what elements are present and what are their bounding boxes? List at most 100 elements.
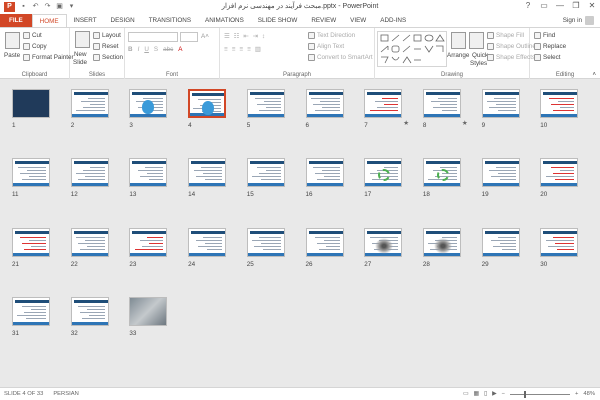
line-spacing-icon[interactable]: ↕ xyxy=(262,33,265,40)
reading-view-icon[interactable]: ▯ xyxy=(484,391,487,397)
slide-thumbnail[interactable]: 21 xyxy=(12,227,58,270)
slide-thumbnail[interactable]: 10 xyxy=(540,89,586,131)
select-button[interactable]: Select xyxy=(534,54,561,61)
decrease-indent-icon[interactable]: ⇤ xyxy=(243,33,248,40)
shapes-gallery[interactable] xyxy=(377,31,447,67)
align-left-icon[interactable]: ≡ xyxy=(224,46,228,53)
language-indicator[interactable]: PERSIAN xyxy=(43,391,78,397)
slide-thumbnail[interactable]: 27 xyxy=(364,227,410,270)
help-button[interactable]: ? xyxy=(520,0,536,13)
reset-button[interactable]: Reset xyxy=(93,43,118,50)
slide-thumbnail[interactable]: 4 xyxy=(188,89,234,131)
shape-fill-button[interactable]: Shape Fill xyxy=(487,32,524,39)
bold-icon[interactable]: B xyxy=(128,46,133,53)
tab-add-ins[interactable]: ADD-INS xyxy=(373,14,413,27)
layout-button[interactable]: Layout xyxy=(93,32,121,39)
slide-show-icon[interactable]: ▶ xyxy=(492,391,496,397)
bullets-icon[interactable]: ☰ xyxy=(224,33,230,40)
tab-slide-show[interactable]: SLIDE SHOW xyxy=(251,14,305,27)
arrange-icon[interactable] xyxy=(451,32,466,49)
zoom-out-icon[interactable]: − xyxy=(502,391,505,397)
slide-thumbnail[interactable]: 30 xyxy=(540,227,586,270)
slide-thumbnail[interactable]: 1 xyxy=(12,89,58,131)
format-painter-button[interactable]: Format Painter xyxy=(23,54,74,61)
transition-star-icon[interactable]: ★ xyxy=(403,120,409,127)
new-slide-icon[interactable] xyxy=(75,31,90,48)
section-button[interactable]: Section xyxy=(93,54,123,61)
numbering-icon[interactable]: ☷ xyxy=(234,33,240,40)
justify-icon[interactable]: ≡ xyxy=(247,46,251,53)
slide-thumbnail[interactable]: 5 xyxy=(246,89,293,131)
slide-thumbnail[interactable]: 8 ★ xyxy=(422,89,469,131)
font-name-combo[interactable] xyxy=(128,32,178,42)
zoom-slider-thumb[interactable] xyxy=(524,390,526,398)
increase-indent-icon[interactable]: ⇥ xyxy=(253,33,258,40)
tab-transitions[interactable]: TRANSITIONS xyxy=(142,14,198,27)
columns-icon[interactable]: ▥ xyxy=(255,46,261,53)
transition-star-icon[interactable]: ★ xyxy=(462,120,468,127)
slide-thumbnail[interactable]: 28 xyxy=(422,227,469,270)
quick-styles-button[interactable]: Quick xyxy=(472,52,488,59)
slide-thumbnail[interactable]: 18 xyxy=(422,158,469,200)
collapse-ribbon-icon[interactable]: ˄ xyxy=(592,72,596,78)
slide-thumbnail[interactable]: 19 xyxy=(481,158,528,200)
slide-thumbnail[interactable]: 17 xyxy=(364,158,410,200)
slide-thumbnail[interactable]: 11 xyxy=(12,158,58,200)
arrange-button[interactable]: Arrange xyxy=(447,52,469,59)
quick-styles-icon[interactable] xyxy=(469,32,484,49)
zoom-slider[interactable] xyxy=(510,390,570,398)
font-size-combo[interactable] xyxy=(180,32,198,42)
paste-icon[interactable] xyxy=(5,32,20,49)
slide-thumbnail[interactable]: 12 xyxy=(70,158,117,200)
ribbon-display-options-button[interactable]: ▭ xyxy=(536,0,552,13)
zoom-level[interactable]: 48% xyxy=(583,391,595,397)
slide-thumbnail[interactable]: 3 xyxy=(129,89,175,131)
underline-icon[interactable]: U xyxy=(144,46,149,53)
shape-effects-button[interactable]: Shape Effects xyxy=(487,54,535,61)
slide-thumbnail[interactable]: 7 ★ xyxy=(364,89,410,131)
slide-thumbnail[interactable]: 23 xyxy=(129,227,175,270)
convert-smartart-button[interactable]: Convert to SmartArt xyxy=(308,54,373,61)
replace-button[interactable]: Replace xyxy=(534,43,566,50)
tab-insert[interactable]: INSERT xyxy=(67,14,104,27)
tab-design[interactable]: DESIGN xyxy=(104,14,142,27)
slide-thumbnail[interactable]: 26 xyxy=(305,227,352,270)
slide-thumbnail[interactable]: 6 xyxy=(305,89,352,131)
slide-thumbnail[interactable]: 13 xyxy=(129,158,175,200)
slide-thumbnail[interactable]: 33 xyxy=(129,296,175,339)
align-text-button[interactable]: Align Text xyxy=(308,43,344,50)
font-color-icon[interactable]: A xyxy=(178,46,182,53)
close-button[interactable]: ✕ xyxy=(584,0,600,13)
shadow-icon[interactable]: S xyxy=(154,46,158,53)
italic-icon[interactable]: I xyxy=(138,46,140,53)
slide-sorter-icon[interactable]: ▦ xyxy=(473,391,478,397)
copy-button[interactable]: Copy xyxy=(23,43,47,50)
slide-thumbnail[interactable]: 31 xyxy=(12,296,58,339)
align-center-icon[interactable]: ≡ xyxy=(232,46,236,53)
slide-thumbnail[interactable]: 24 xyxy=(188,227,234,270)
find-button[interactable]: Find xyxy=(534,32,555,39)
cut-button[interactable]: Cut xyxy=(23,32,42,39)
new-slide-dropdown[interactable]: Slide xyxy=(73,59,87,66)
align-right-icon[interactable]: ≡ xyxy=(239,46,243,53)
shape-outline-button[interactable]: Shape Outline xyxy=(487,43,536,50)
slide-thumbnail[interactable]: 16 xyxy=(305,158,352,200)
tab-file[interactable]: FILE xyxy=(0,14,32,27)
sign-in-link[interactable]: Sign in xyxy=(563,14,600,27)
slide-thumbnail[interactable]: 2 xyxy=(70,89,117,131)
slide-thumbnail[interactable]: 14 xyxy=(188,158,234,200)
tab-home[interactable]: HOME xyxy=(31,14,67,27)
slide-thumbnail[interactable]: 20 xyxy=(540,158,586,200)
tab-view[interactable]: VIEW xyxy=(343,14,373,27)
minimize-button[interactable]: — xyxy=(552,0,568,13)
slide-thumbnail[interactable]: 29 xyxy=(481,227,528,270)
zoom-in-icon[interactable]: + xyxy=(575,391,578,397)
slide-thumbnail[interactable]: 9 xyxy=(481,89,528,131)
slide-thumbnail[interactable]: 32 xyxy=(70,296,117,339)
restore-button[interactable]: ❐ xyxy=(568,0,584,13)
slide-thumbnail[interactable]: 25 xyxy=(246,227,293,270)
paste-button[interactable]: Paste xyxy=(4,52,20,59)
tab-review[interactable]: REVIEW xyxy=(304,14,343,27)
grow-font-icon[interactable]: A˄ xyxy=(201,33,209,40)
strikethrough-icon[interactable]: abc xyxy=(163,46,173,53)
